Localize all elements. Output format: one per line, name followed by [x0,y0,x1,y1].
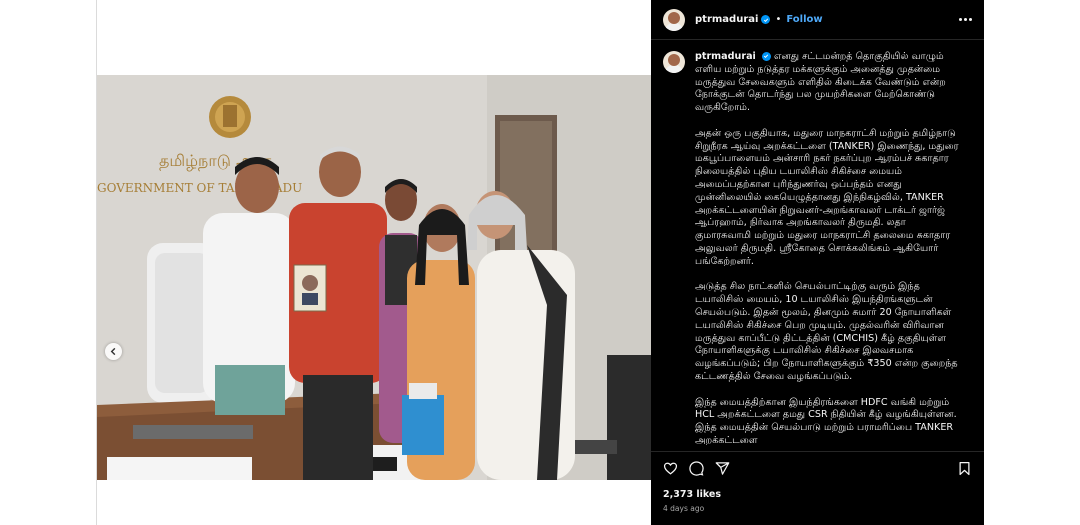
caption-paragraph: இந்த மையத்திற்கான இயந்திரங்களை HDFC வங்க… [695,396,957,446]
caption-paragraph: அடுத்த சில நாட்களில் செயல்பாட்டிற்கு வரு… [695,281,958,382]
likes-count[interactable]: 2,373 likes [663,489,972,500]
verified-badge-icon [761,51,771,61]
chevron-left-icon [110,347,116,356]
post-dialog: தமிழ்நாடு அரசு GOVERNMENT OF TAMIL NADU [96,0,984,525]
action-icons [663,461,972,476]
comment-icon[interactable] [689,461,704,476]
post-actions: 2,373 likes 4 days ago [651,451,984,525]
verified-badge-icon [761,15,771,24]
post-side-panel: ptrmadurai • Follow ptrmadurai எனது சட்ட… [651,0,984,525]
photo-scene: தமிழ்நாடு அரசு GOVERNMENT OF TAMIL NADU [97,75,652,480]
caption-row: ptrmadurai எனது சட்டமன்றத் தொகுதியில் வா… [663,51,972,451]
caption-paragraph: அதன் ஒரு பகுதியாக, மதுரை மாநகராட்சி மற்ற… [695,127,959,267]
header-username[interactable]: ptrmadurai [695,14,758,25]
caption-avatar[interactable] [663,51,685,73]
more-options-icon[interactable] [959,18,972,21]
post-photo[interactable]: தமிழ்நாடு அரசு GOVERNMENT OF TAMIL NADU [97,75,652,480]
share-icon[interactable] [715,461,730,476]
caption-scroll-area[interactable]: ptrmadurai எனது சட்டமன்றத் தொகுதியில் வா… [651,41,984,451]
caption-paragraph: ptrmadurai எனது சட்டமன்றத் தொகுதியில் வா… [695,51,959,115]
heart-icon[interactable] [663,461,678,476]
post-timestamp[interactable]: 4 days ago [663,504,972,513]
caption-username[interactable]: ptrmadurai [695,51,756,62]
separator-dot: • [775,14,782,25]
previous-image-button[interactable] [105,343,122,360]
bookmark-icon[interactable] [957,461,972,476]
post-media: தமிழ்நாடு அரசு GOVERNMENT OF TAMIL NADU [96,0,652,525]
avatar[interactable] [663,8,685,31]
post-caption: ptrmadurai எனது சட்டமன்றத் தொகுதியில் வா… [695,51,959,451]
follow-button[interactable]: Follow [786,14,822,25]
post-header: ptrmadurai • Follow [651,0,984,40]
